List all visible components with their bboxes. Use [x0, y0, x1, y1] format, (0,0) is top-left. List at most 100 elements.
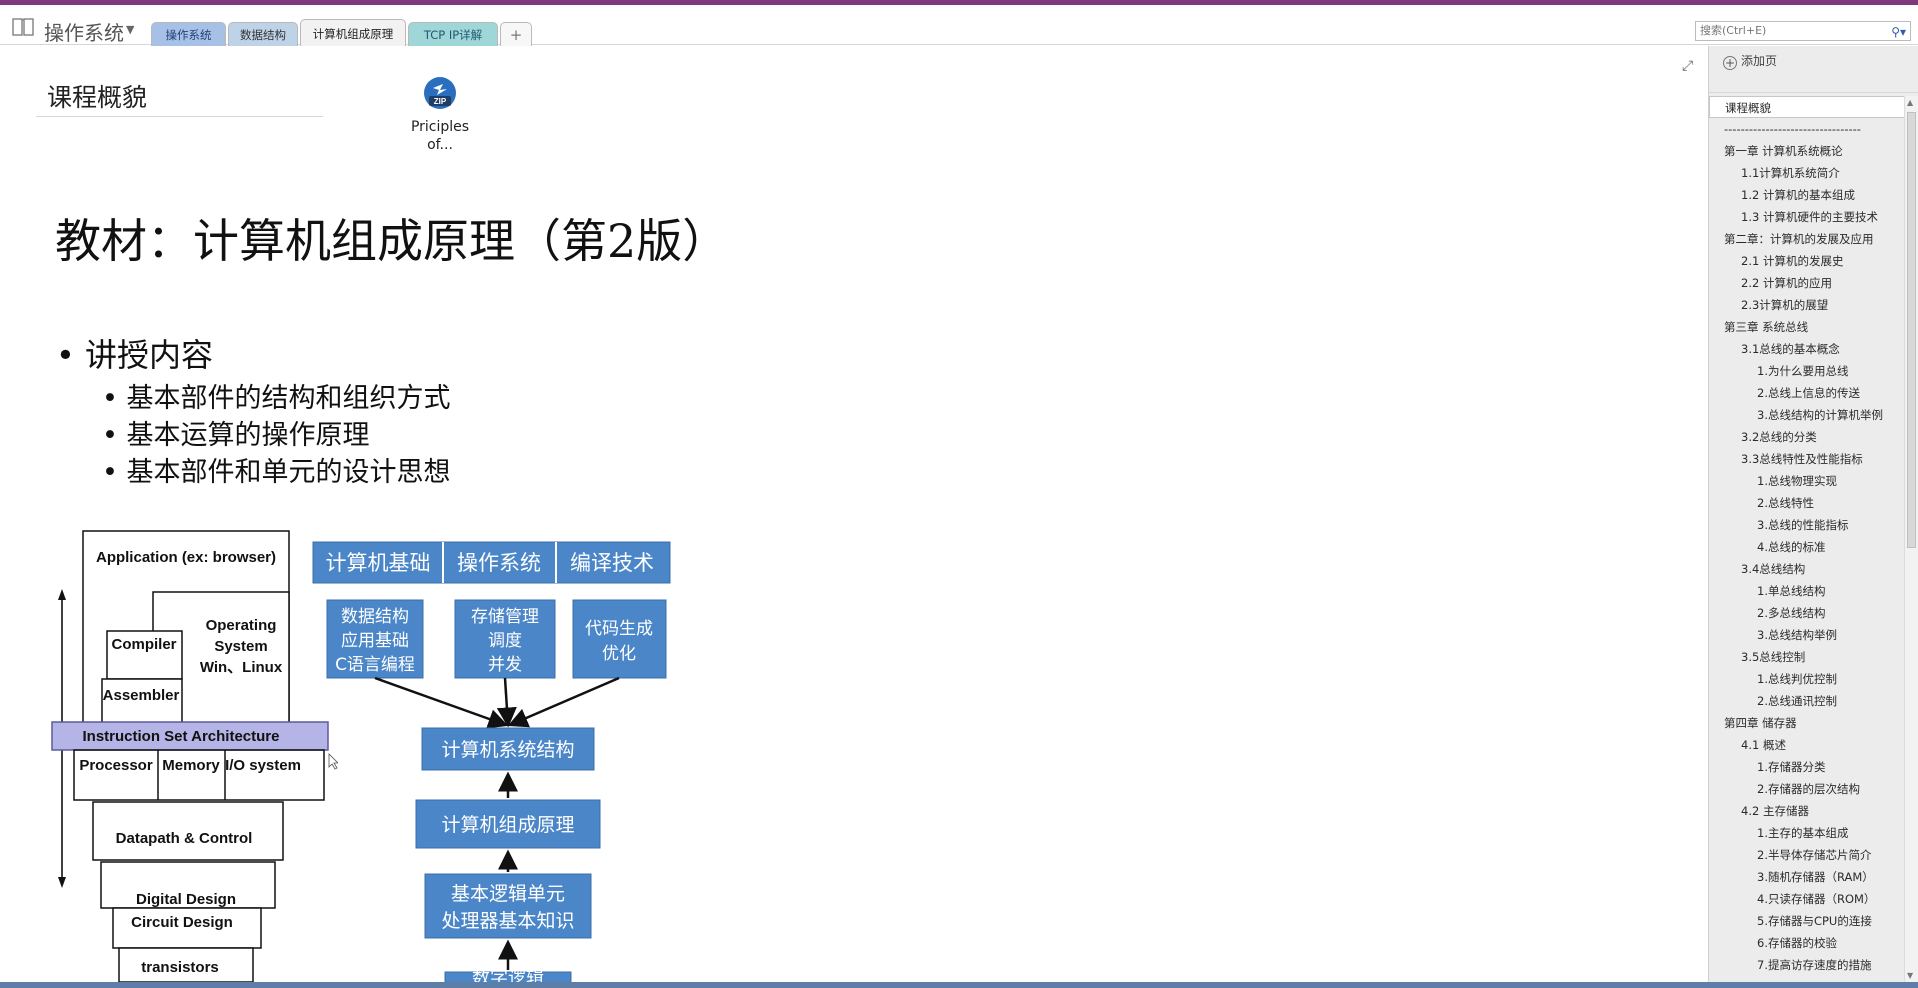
page-item[interactable]: 3.5总线控制	[1709, 646, 1905, 668]
zip-attachment[interactable]: ZIP Priciples of...	[410, 74, 470, 154]
box-mem-line2: 调度	[488, 631, 522, 651]
add-page-button[interactable]: + 添加页	[1723, 52, 1777, 70]
page-item[interactable]: 2.总线特性	[1709, 492, 1905, 514]
axis-arrow-down-icon	[58, 877, 66, 888]
pages-sidebar: + 添加页 课程概貌 -------------------------------…	[1708, 46, 1918, 982]
box-basic-line1: 基本逻辑单元	[451, 883, 565, 905]
page-item[interactable]: 7.提高访存速度的措施	[1709, 954, 1905, 976]
box-basic-line2: 处理器基本知识	[441, 910, 574, 932]
page-item[interactable]: 2.总线通讯控制	[1709, 690, 1905, 712]
add-section-button[interactable]: +	[500, 22, 532, 47]
box-codegen-line1: 代码生成	[585, 619, 653, 639]
io-label: I/O system	[225, 757, 301, 774]
search-input[interactable]: 搜索(Ctrl+E) ⚲▾	[1695, 21, 1911, 41]
plus-circle-icon: +	[1723, 56, 1737, 70]
bullet-sub-2: • 基本运算的操作原理	[102, 420, 370, 451]
application-label: Application (ex: browser)	[96, 549, 276, 566]
tab-os[interactable]: 操作系统	[151, 22, 226, 47]
page-item[interactable]: 2.多总线结构	[1709, 602, 1905, 624]
compiler-label: Compiler	[111, 636, 176, 653]
page-item[interactable]: 4.2 主存储器	[1709, 800, 1905, 822]
bullet-sub-1: • 基本部件的结构和组织方式	[102, 383, 451, 414]
processor-label: Processor	[79, 757, 153, 774]
layers-diagram: Application (ex: browser) Operating Syst…	[51, 530, 338, 982]
digital-label: Digital Design	[136, 891, 236, 908]
page-item[interactable]: 2.2 计算机的应用	[1709, 272, 1905, 294]
zip-label-line2: of...	[427, 137, 453, 153]
page-item[interactable]: 1.1计算机系统简介	[1709, 162, 1905, 184]
slide-heading: 教材：计算机组成原理（第2版）	[55, 214, 729, 268]
page-item[interactable]: 第二章：计算机的发展及应用	[1709, 228, 1905, 250]
page-item[interactable]: 1.单总线结构	[1709, 580, 1905, 602]
page-item[interactable]: 2.半导体存储芯片简介	[1709, 844, 1905, 866]
notebook-header: 操作系统 ▼ 操作系统 数据结构 计算机组成原理 TCP IP详解 + 搜索(C…	[0, 5, 1918, 47]
tab-computer-organization[interactable]: 计算机组成原理	[300, 19, 406, 47]
page-item[interactable]: 3.3总线特性及性能指标	[1709, 448, 1905, 470]
box-digital-logic-label: 数字逻辑	[472, 968, 544, 982]
circuit-label: Circuit Design	[131, 914, 233, 931]
box-mem-line1: 存储管理	[471, 607, 539, 627]
taskbar	[0, 982, 1918, 988]
page-item[interactable]: 1.3 计算机硬件的主要技术	[1709, 206, 1905, 228]
page-item[interactable]: 4.总线的标准	[1709, 536, 1905, 558]
notebook-icon[interactable]	[12, 18, 34, 36]
page-item[interactable]: 1.2 计算机的基本组成	[1709, 184, 1905, 206]
scroll-down-icon[interactable]: ▼	[1907, 971, 1913, 980]
page-item[interactable]: 1.存储器分类	[1709, 756, 1905, 778]
chevron-down-icon[interactable]: ▼	[126, 23, 134, 36]
page-list: 课程概貌 --------------------------------- 第一章…	[1709, 96, 1905, 976]
page-item[interactable]: 6.存储器的校验	[1709, 932, 1905, 954]
page-item[interactable]: 2.3计算机的展望	[1709, 294, 1905, 316]
search-icon[interactable]: ⚲▾	[1891, 23, 1906, 41]
page-title[interactable]: 课程概貌	[47, 78, 147, 114]
zip-badge: ZIP	[434, 97, 447, 106]
page-item[interactable]: 第四章 储存器	[1709, 712, 1905, 734]
page-item[interactable]: 2.存储器的层次结构	[1709, 778, 1905, 800]
arrow-mem-to-arch	[496, 677, 517, 728]
course-diagram: 计算机基础 操作系统 编译技术 数据结构 应用基础 C语言编程 存储管理 调度 …	[312, 541, 671, 982]
sidebar-scrollbar[interactable]: ▲ ▼	[1904, 96, 1918, 982]
page-item[interactable]: 3.总线结构的计算机举例	[1709, 404, 1905, 426]
tab-data-structures[interactable]: 数据结构	[228, 22, 298, 47]
memory-label: Memory	[162, 757, 220, 774]
page-item-selected[interactable]: 课程概貌	[1709, 96, 1905, 118]
scroll-up-icon[interactable]: ▲	[1907, 98, 1913, 107]
os-label-1: Operating	[206, 617, 277, 634]
axis-arrow-up-icon	[58, 589, 66, 600]
page-item[interactable]: 1.总线判优控制	[1709, 668, 1905, 690]
page-item[interactable]: 3.总线的性能指标	[1709, 514, 1905, 536]
arrow-ds-to-arch	[374, 676, 509, 729]
page-item[interactable]: 5.存储器与CPU的连接	[1709, 910, 1905, 932]
prereq-os: 操作系统	[457, 551, 541, 575]
notebook-title[interactable]: 操作系统	[44, 17, 124, 46]
page-item[interactable]: 1.总线物理实现	[1709, 470, 1905, 492]
page-item[interactable]: 1.为什么要用总线	[1709, 360, 1905, 382]
bullet-main: • 讲授内容	[56, 336, 214, 374]
scroll-thumb[interactable]	[1907, 112, 1916, 548]
page-item[interactable]: 第三章 系统总线	[1709, 316, 1905, 338]
assembler-label: Assembler	[103, 687, 180, 704]
os-label-2: System	[214, 638, 267, 655]
isa-label: Instruction Set Architecture	[83, 728, 280, 745]
search-placeholder: 搜索(Ctrl+E)	[1700, 24, 1767, 37]
page-item[interactable]: 4.只读存储器（ROM）	[1709, 888, 1905, 910]
tab-tcpip[interactable]: TCP IP详解	[408, 22, 498, 47]
datapath-label: Datapath & Control	[116, 830, 253, 847]
page-item[interactable]: 1.主存的基本组成	[1709, 822, 1905, 844]
page-item[interactable]: 2.总线上信息的传送	[1709, 382, 1905, 404]
page-item[interactable]: 3.随机存储器（RAM）	[1709, 866, 1905, 888]
box-codegen	[572, 599, 667, 679]
page-item[interactable]: 2.1 计算机的发展史	[1709, 250, 1905, 272]
page-item[interactable]: 4.1 概述	[1709, 734, 1905, 756]
page-item[interactable]: 3.总线结构举例	[1709, 624, 1905, 646]
box-codegen-line2: 优化	[602, 644, 636, 664]
box-ds-line3: C语言编程	[335, 655, 415, 675]
page-item[interactable]: 3.2总线的分类	[1709, 426, 1905, 448]
page-item[interactable]: 第一章 计算机系统概论	[1709, 140, 1905, 162]
box-mem-line3: 并发	[488, 655, 522, 675]
page-item[interactable]: 3.4总线结构	[1709, 558, 1905, 580]
page-item[interactable]: 3.1总线的基本概念	[1709, 338, 1905, 360]
expand-icon[interactable]: ⤢	[1682, 58, 1693, 74]
page-item[interactable]: ---------------------------------	[1709, 118, 1905, 140]
zip-label-line1: Priciples	[410, 119, 470, 135]
